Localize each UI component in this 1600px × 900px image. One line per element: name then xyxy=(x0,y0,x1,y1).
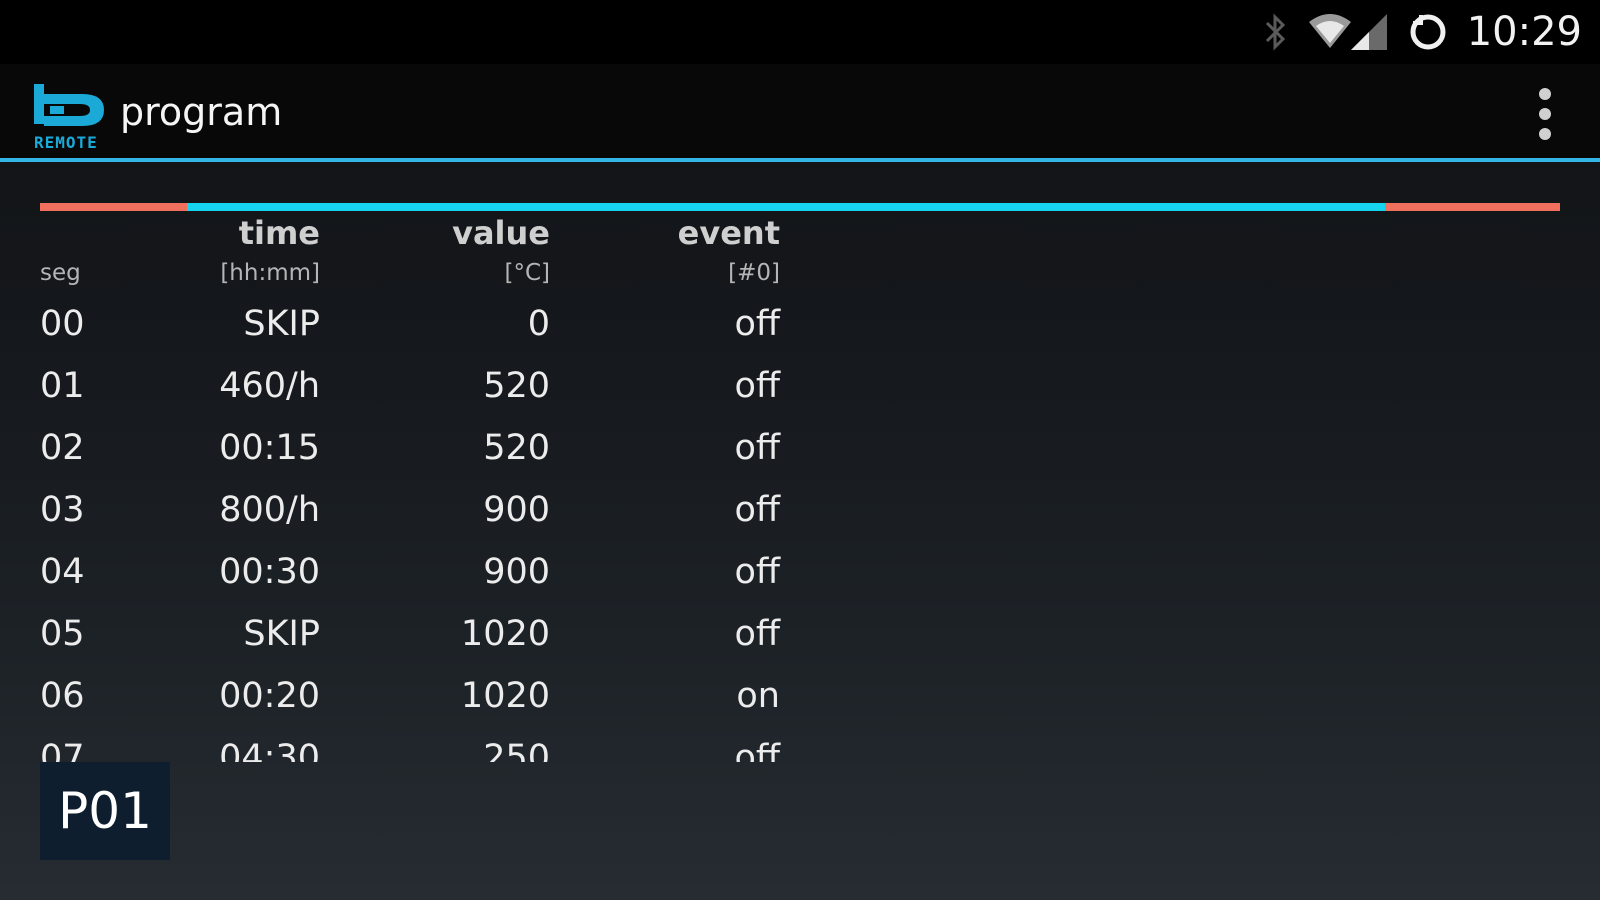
unit-seg: seg xyxy=(40,260,81,286)
status-bar: 10:29 xyxy=(0,0,1600,64)
app-logo-icon: REMOTE xyxy=(34,84,104,152)
cell-seg: 01 xyxy=(40,366,85,406)
menu-dot xyxy=(1539,108,1551,120)
cell-time: 800/h xyxy=(219,490,320,530)
cell-value: 900 xyxy=(483,490,550,530)
header-value: value xyxy=(452,214,550,252)
table-row[interactable]: 01 460/h 520 off xyxy=(40,356,800,418)
cell-time: 460/h xyxy=(219,366,320,406)
menu-dot xyxy=(1539,88,1551,100)
cell-value: 520 xyxy=(483,428,550,468)
cell-seg: 06 xyxy=(40,676,85,716)
cell-seg: 00 xyxy=(40,304,85,344)
unit-event: [#0] xyxy=(728,260,780,286)
cell-event: off xyxy=(734,366,780,406)
table-row[interactable]: 03 800/h 900 off xyxy=(40,480,800,542)
action-bar: REMOTE program xyxy=(0,64,1600,162)
cell-time: SKIP xyxy=(243,614,320,654)
status-clock: 10:29 xyxy=(1466,9,1582,55)
bluetooth-icon xyxy=(1263,12,1289,52)
table-row[interactable]: 06 00:20 1020 on xyxy=(40,666,800,728)
table-header: time value event xyxy=(40,208,800,252)
cell-event: off xyxy=(734,428,780,468)
cell-event: off xyxy=(734,738,780,762)
program-number-badge[interactable]: P01 xyxy=(40,762,170,860)
menu-dot xyxy=(1539,128,1551,140)
sync-icon xyxy=(1407,11,1449,53)
wifi-icon xyxy=(1307,12,1353,52)
cell-seg: 05 xyxy=(40,614,85,654)
cell-time: SKIP xyxy=(243,304,320,344)
table-units: seg [hh:mm] [°C] [#0] xyxy=(40,250,800,294)
svg-text:REMOTE: REMOTE xyxy=(34,133,98,152)
cell-seg: 07 xyxy=(40,738,85,762)
overflow-menu-icon[interactable] xyxy=(1530,84,1560,144)
cell-time: 00:20 xyxy=(219,676,320,716)
cell-value: 250 xyxy=(483,738,550,762)
cell-value: 1020 xyxy=(460,676,550,716)
status-icons: 10:29 xyxy=(1263,6,1582,58)
table-row[interactable]: 00 SKIP 0 off xyxy=(40,294,800,356)
app-logo[interactable]: REMOTE xyxy=(32,82,112,154)
cell-event: off xyxy=(734,614,780,654)
cell-event: on xyxy=(736,676,780,716)
table-row[interactable]: 05 SKIP 1020 off xyxy=(40,604,800,666)
table-row[interactable]: 02 00:15 520 off xyxy=(40,418,800,480)
cell-seg: 02 xyxy=(40,428,85,468)
cell-event: off xyxy=(734,552,780,592)
cell-value: 900 xyxy=(483,552,550,592)
program-table[interactable]: time value event seg [hh:mm] [°C] [#0] 0… xyxy=(40,208,800,762)
cell-value: 520 xyxy=(483,366,550,406)
cell-seg: 04 xyxy=(40,552,85,592)
cell-seg: 03 xyxy=(40,490,85,530)
cell-time: 04:30 xyxy=(219,738,320,762)
header-event: event xyxy=(677,214,780,252)
cell-signal-icon xyxy=(1349,12,1389,52)
cell-time: 00:30 xyxy=(219,552,320,592)
unit-time: [hh:mm] xyxy=(220,260,320,286)
table-row[interactable]: 04 00:30 900 off xyxy=(40,542,800,604)
screen-title: program xyxy=(120,90,283,134)
cell-event: off xyxy=(734,490,780,530)
cell-value: 0 xyxy=(527,304,550,344)
cell-event: off xyxy=(734,304,780,344)
cell-time: 00:15 xyxy=(219,428,320,468)
unit-value: [°C] xyxy=(504,260,550,286)
table-rows: 00 SKIP 0 off 01 460/h 520 off 02 00:15 520 off 03 80… xyxy=(40,294,800,762)
cell-value: 1020 xyxy=(460,614,550,654)
header-time: time xyxy=(238,214,320,252)
table-row[interactable]: 07 04:30 250 off xyxy=(40,728,800,762)
